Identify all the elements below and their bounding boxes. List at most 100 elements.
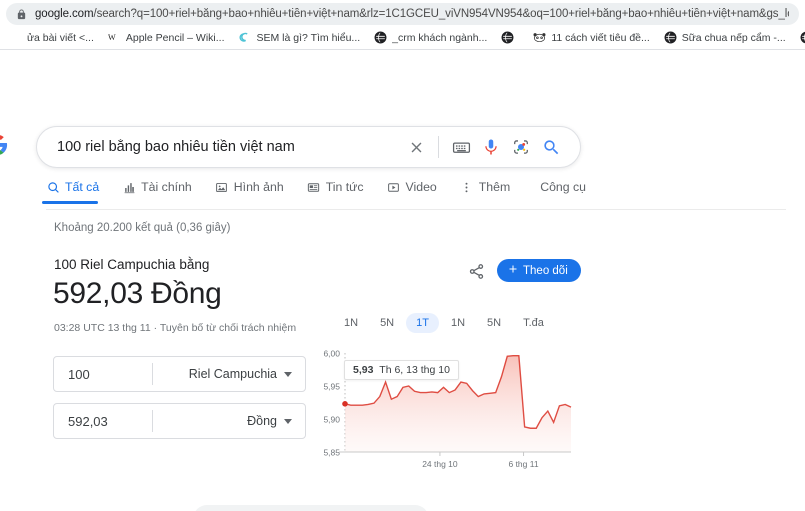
converter-title: 100 Riel Campuchia bằng [54, 257, 210, 272]
tab-hinh-anh[interactable]: Hình ảnh [215, 180, 295, 204]
exchange-rate-chart[interactable]: 5,85 5,90 5,95 6,00 24 thg 10 6 thg 11 5,93 T… [312, 347, 577, 482]
globe-icon [374, 31, 387, 44]
tools-button[interactable]: Công cụ [540, 180, 786, 204]
tooltip-date: Th 6, 13 thg 10 [379, 364, 450, 376]
tab-video[interactable]: Video [387, 180, 448, 204]
browser-chrome: google.com/search?q=100+riel+bằng+bao+nh… [0, 0, 805, 50]
chevron-down-icon [284, 371, 292, 377]
follow-label: Theo dõi [523, 264, 568, 277]
tab-label: Tất cả [65, 180, 100, 194]
bookmark-label: SEM là gì? Tìm hiểu... [256, 31, 361, 44]
bookmark-item[interactable]: 11 cách viết tiêu đề... [526, 29, 656, 46]
tab-tat-ca[interactable]: Tất cả [41, 180, 110, 204]
svg-text:24 thg 10: 24 thg 10 [422, 459, 458, 469]
bookmark-label: Apple Pencil – Wiki... [125, 31, 225, 44]
range-option[interactable]: 1N [441, 313, 475, 333]
from-amount-input[interactable] [54, 366, 152, 382]
url-text: google.com/search?q=100+riel+bằng+bao+nh… [35, 8, 789, 20]
tooltip-value: 5,93 [353, 364, 374, 376]
disclaimer-link[interactable]: Tuyên bố từ chối trách nhiệm [160, 322, 296, 334]
svg-text:6 thg 11: 6 thg 11 [508, 459, 538, 469]
from-currency-select[interactable]: Riel Campuchia [153, 367, 305, 381]
tab-tin-tuc[interactable]: Tin tức [307, 180, 375, 204]
range-option-active[interactable]: 1T [406, 313, 439, 333]
wikipedia-icon: W [108, 31, 121, 44]
address-bar[interactable]: google.com/search?q=100+riel+bằng+bao+nh… [6, 3, 799, 25]
to-currency-select[interactable]: Đồng [153, 414, 305, 428]
video-icon [387, 180, 401, 194]
generic-favicon-icon [9, 31, 22, 44]
close-icon[interactable] [401, 132, 431, 162]
tab-label: Tin tức [325, 180, 364, 194]
bookmark-item[interactable]: _crm khách ngành... [367, 29, 494, 46]
bookmark-item[interactable]: W Apple Pencil – Wiki... [101, 29, 232, 46]
more-vertical-icon [460, 180, 474, 194]
tab-label: Hình ảnh [233, 180, 284, 194]
google-logo-icon[interactable] [0, 134, 8, 156]
chart-tooltip: 5,93 Th 6, 13 thg 10 [344, 360, 459, 380]
range-option[interactable]: 5N [477, 313, 511, 333]
tab-label: Video [405, 180, 437, 194]
range-option[interactable]: 1N [334, 313, 368, 333]
news-icon [307, 180, 321, 194]
tab-tai-chinh[interactable]: Tài chính [122, 180, 203, 204]
timestamp-text: 03:28 UTC 13 thg 11 [54, 322, 151, 334]
bookmark-item[interactable] [494, 29, 526, 46]
divider [438, 136, 439, 158]
to-currency-label: Đồng [247, 414, 277, 428]
globe-icon [501, 31, 514, 44]
tab-label: Thêm [478, 180, 511, 194]
to-amount-input[interactable] [54, 413, 152, 429]
share-icon[interactable] [466, 261, 486, 281]
converter-to-row[interactable]: Đồng [53, 403, 306, 439]
svg-text:5,85: 5,85 [323, 448, 340, 458]
search-box[interactable] [36, 126, 581, 168]
bookmark-item[interactable]: SEM là gì? Tìm hiểu... [231, 29, 367, 46]
url-host: google.com [35, 8, 94, 20]
svg-text:5,95: 5,95 [323, 382, 340, 392]
bookmark-label: 11 cách viết tiêu đề... [551, 31, 650, 44]
finance-icon [122, 180, 136, 194]
range-option[interactable]: 5N [370, 313, 404, 333]
converter-from-row[interactable]: Riel Campuchia [53, 356, 306, 392]
sem-icon [238, 31, 251, 44]
search-icon[interactable] [536, 132, 566, 162]
tab-them[interactable]: Thêm [460, 180, 521, 204]
bookmark-item[interactable]: ửa bài viết <... [2, 29, 101, 46]
results-count: Khoảng 20.200 kết quả (0,36 giây) [54, 222, 231, 234]
more-about-button[interactable]: Xem thêm về KHR/VND [193, 505, 429, 511]
search-box-actions [401, 132, 580, 162]
microphone-icon[interactable] [476, 132, 506, 162]
converter-amount: 592,03 Đồng [53, 277, 222, 310]
bookmark-item[interactable]: Sữa chua nếp cẩm -... [657, 29, 793, 46]
google-results-page: Tất cả Tài chính Hình ảnh Tin tức Video [0, 50, 805, 511]
follow-button[interactable]: Theo dõi [497, 259, 581, 282]
converter-timestamp: 03:28 UTC 13 thg 11 · Tuyên bố từ chối t… [54, 322, 296, 334]
image-icon [215, 180, 229, 194]
svg-text:6,00: 6,00 [323, 349, 340, 359]
globe-icon [800, 31, 805, 44]
google-lens-icon[interactable] [506, 132, 536, 162]
bookmark-item[interactable]: Thẻ ‹ DiaOcAnGian... [793, 29, 805, 46]
from-currency-label: Riel Campuchia [188, 367, 277, 381]
svg-text:W: W [108, 33, 116, 42]
bookmark-label: _crm khách ngành... [392, 31, 488, 44]
search-input[interactable] [37, 139, 401, 155]
lock-icon [16, 8, 27, 20]
keyboard-icon[interactable] [446, 132, 476, 162]
bookmark-label: Sữa chua nếp cẩm -... [681, 31, 786, 44]
svg-text:5,90: 5,90 [323, 415, 340, 425]
range-option[interactable]: T.đa [513, 313, 554, 333]
chevron-down-icon [284, 418, 292, 424]
url-path: /search?q=100+riel+bằng+bao+nhiêu+tiền+v… [93, 8, 789, 20]
search-nav-tabs: Tất cả Tài chính Hình ảnh Tin tức Video [41, 180, 786, 210]
search-icon [46, 180, 60, 194]
bookmark-label: ửa bài viết <... [27, 31, 94, 44]
chart-range-selector: 1N 5N 1T 1N 5N T.đa [334, 313, 554, 333]
separator: · [153, 322, 158, 334]
urlbar-row: google.com/search?q=100+riel+bằng+bao+nh… [0, 2, 805, 26]
tab-label: Tài chính [141, 180, 192, 194]
bookmarks-bar: ửa bài viết <... W Apple Pencil – Wiki..… [0, 26, 805, 50]
globe-icon [664, 31, 677, 44]
plus-icon [507, 263, 519, 278]
